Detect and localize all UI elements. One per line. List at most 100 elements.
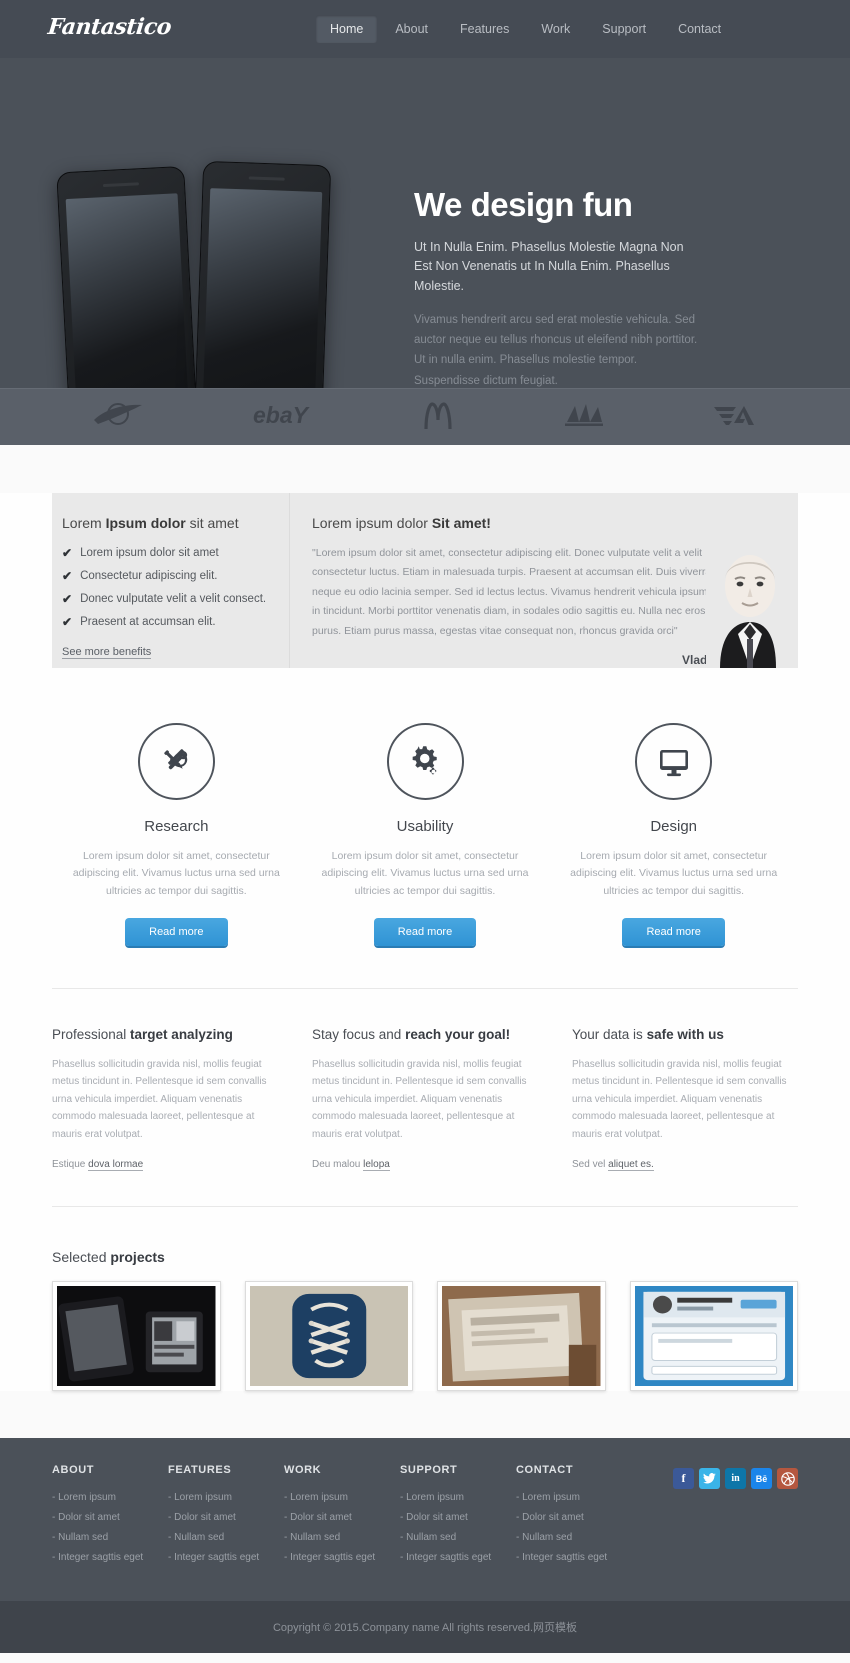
social-links: f in Bē: [673, 1464, 798, 1601]
phone-screen: [201, 188, 323, 388]
copyright-text: Copyright © 2015.Company name All rights…: [272, 1622, 577, 1635]
site-logo[interactable]: Fantastico: [47, 14, 173, 40]
feature-title: Research: [144, 818, 209, 835]
main-navigation: Home About Features Work Support Contact: [316, 15, 735, 43]
ea-logo: [710, 402, 758, 433]
footer-column-features: FEATURES - Lorem ipsum - Dolor sit amet …: [168, 1464, 284, 1601]
see-more-benefits-link[interactable]: See more benefits: [62, 646, 152, 659]
nav-item-home[interactable]: Home: [316, 15, 378, 43]
project-thumb-phone-dark[interactable]: [52, 1281, 221, 1392]
footer-link[interactable]: - Nullam sed: [168, 1532, 284, 1543]
thumb-image: [442, 1286, 601, 1387]
column-title: Professional target analyzing: [52, 1026, 233, 1042]
feature-design: Design Lorem ipsum dolor sit amet, conse…: [549, 723, 798, 946]
hero-title: We design fun: [414, 186, 633, 223]
gears-icon: [412, 745, 437, 774]
column-link[interactable]: Sed vel aliquet es.: [572, 1159, 798, 1172]
feature-icon-circle: [137, 723, 215, 800]
hero-section: We design fun Ut In Nulla Enim. Phasellu…: [0, 58, 850, 388]
footer-link[interactable]: - Dolor sit amet: [52, 1512, 168, 1523]
behance-icon[interactable]: Bē: [751, 1468, 772, 1490]
feature-usability: Usability Lorem ipsum dolor sit amet, co…: [301, 723, 550, 946]
hero-lead-text: Ut In Nulla Enim. Phasellus Molestie Mag…: [414, 240, 684, 293]
footer-link[interactable]: - Lorem ipsum: [516, 1492, 632, 1503]
dribbble-icon[interactable]: [777, 1468, 798, 1490]
list-item: ✔ Donec vulputate velit a velit consect.: [62, 592, 267, 606]
footer-column-title: WORK: [284, 1464, 322, 1477]
nav-item-work[interactable]: Work: [527, 15, 584, 43]
info-columns-section: Professional target analyzing Phasellus …: [52, 1026, 798, 1172]
info-column-safe-with-us: Your data is safe with us Phasellus soll…: [572, 1026, 798, 1172]
footer-link[interactable]: - Integer sagttis eget: [516, 1552, 632, 1563]
footer-link[interactable]: - Lorem ipsum: [52, 1492, 168, 1503]
adidas-logo: [561, 402, 607, 433]
linkedin-icon[interactable]: in: [725, 1468, 746, 1490]
brand-logo-strip: ebaY: [0, 388, 850, 445]
facebook-icon[interactable]: f: [673, 1468, 694, 1490]
twitter-icon[interactable]: [699, 1468, 720, 1490]
phone-left: [56, 165, 200, 388]
footer-link[interactable]: - Integer sagttis eget: [168, 1552, 284, 1563]
footer-link[interactable]: - Lorem ipsum: [400, 1492, 516, 1503]
site-header: Fantastico Home About Features Work Supp…: [0, 0, 850, 58]
footer-link[interactable]: - Nullam sed: [284, 1532, 400, 1543]
footer-link[interactable]: - Integer sagttis eget: [284, 1552, 400, 1563]
phone-right: [192, 160, 332, 388]
tools-icon: [164, 748, 188, 769]
benefits-title: Lorem Ipsum dolor sit amet: [62, 515, 239, 531]
read-more-button[interactable]: Read more: [373, 917, 477, 946]
footer-column-work: WORK - Lorem ipsum - Dolor sit amet - Nu…: [284, 1464, 400, 1601]
check-icon: ✔: [62, 615, 73, 629]
column-title: Your data is safe with us: [572, 1026, 724, 1042]
phone-speaker: [248, 176, 285, 181]
footer-link[interactable]: - Lorem ipsum: [168, 1492, 284, 1503]
footer-column-title: CONTACT: [516, 1464, 574, 1477]
column-link[interactable]: Deu malou lelopa: [312, 1159, 538, 1172]
section-divider: [52, 987, 798, 989]
list-item: ✔ Praesent at accumsan elit.: [62, 615, 216, 629]
nav-item-features[interactable]: Features: [446, 15, 523, 43]
column-text: Phasellus sollicitudin gravida nisl, mol…: [572, 1058, 787, 1140]
nav-item-about[interactable]: About: [381, 15, 442, 43]
footer-link[interactable]: - Nullam sed: [52, 1532, 168, 1543]
list-item: ✔ Lorem ipsum dolor sit amet: [62, 546, 219, 560]
footer-link[interactable]: - Lorem ipsum: [284, 1492, 400, 1503]
feature-icon-circle: [635, 723, 713, 800]
footer-link[interactable]: - Nullam sed: [516, 1532, 632, 1543]
projects-title: Selected projects: [52, 1249, 165, 1266]
phone-speaker: [102, 182, 140, 188]
feature-text: Lorem ipsum dolor sit amet, consectetur …: [570, 850, 778, 897]
features-section: Research Lorem ipsum dolor sit amet, con…: [52, 723, 798, 946]
info-column-reach-your-goal: Stay focus and reach your goal! Phasellu…: [312, 1026, 538, 1172]
thumb-image: [249, 1286, 408, 1387]
testimonial-column: Lorem ipsum dolor Sit amet! "Lorem ipsum…: [289, 493, 798, 668]
footer-link[interactable]: - Dolor sit amet: [400, 1512, 516, 1523]
feature-icon-circle: [386, 723, 464, 800]
testimonial-attribution: Vladimir Plutin President, Rambo man, Wo…: [312, 653, 774, 668]
footer-link[interactable]: - Integer sagttis eget: [52, 1552, 168, 1563]
footer-link[interactable]: - Dolor sit amet: [284, 1512, 400, 1523]
read-more-button[interactable]: Read more: [125, 917, 228, 946]
hero-phones-image: [56, 113, 350, 388]
project-thumb-sketch-paper[interactable]: [437, 1281, 606, 1392]
column-text: Phasellus sollicitudin gravida nisl, mol…: [52, 1058, 267, 1140]
testimonial-quote: "Lorem ipsum dolor sit amet, consectetur…: [312, 547, 712, 637]
testimonial-title: Lorem ipsum dolor Sit amet!: [312, 515, 491, 531]
hero-body-text: Vivamus hendrerit arcu sed erat molestie…: [414, 314, 698, 387]
svg-text:ebaY: ebaY: [253, 402, 311, 428]
list-item: ✔ Consectetur adipiscing elit.: [62, 569, 218, 583]
footer-link[interactable]: - Integer sagttis eget: [400, 1552, 516, 1563]
nav-item-contact[interactable]: Contact: [664, 15, 735, 43]
project-thumb-twitter-ui[interactable]: [629, 1281, 798, 1392]
column-link[interactable]: Estique dova lormae: [52, 1159, 278, 1172]
read-more-button[interactable]: Read more: [622, 917, 725, 946]
info-column-target-analyzing: Professional target analyzing Phasellus …: [52, 1026, 278, 1172]
footer-link[interactable]: - Nullam sed: [400, 1532, 516, 1543]
footer-link[interactable]: - Dolor sit amet: [168, 1512, 284, 1523]
nav-item-support[interactable]: Support: [588, 15, 660, 43]
feature-text: Lorem ipsum dolor sit amet, consectetur …: [72, 850, 280, 897]
column-title: Stay focus and reach your goal!: [312, 1026, 511, 1042]
footer-link[interactable]: - Dolor sit amet: [516, 1512, 632, 1523]
project-thumb-shoe-icon[interactable]: [244, 1281, 413, 1392]
column-text: Phasellus sollicitudin gravida nisl, mol…: [312, 1058, 527, 1140]
